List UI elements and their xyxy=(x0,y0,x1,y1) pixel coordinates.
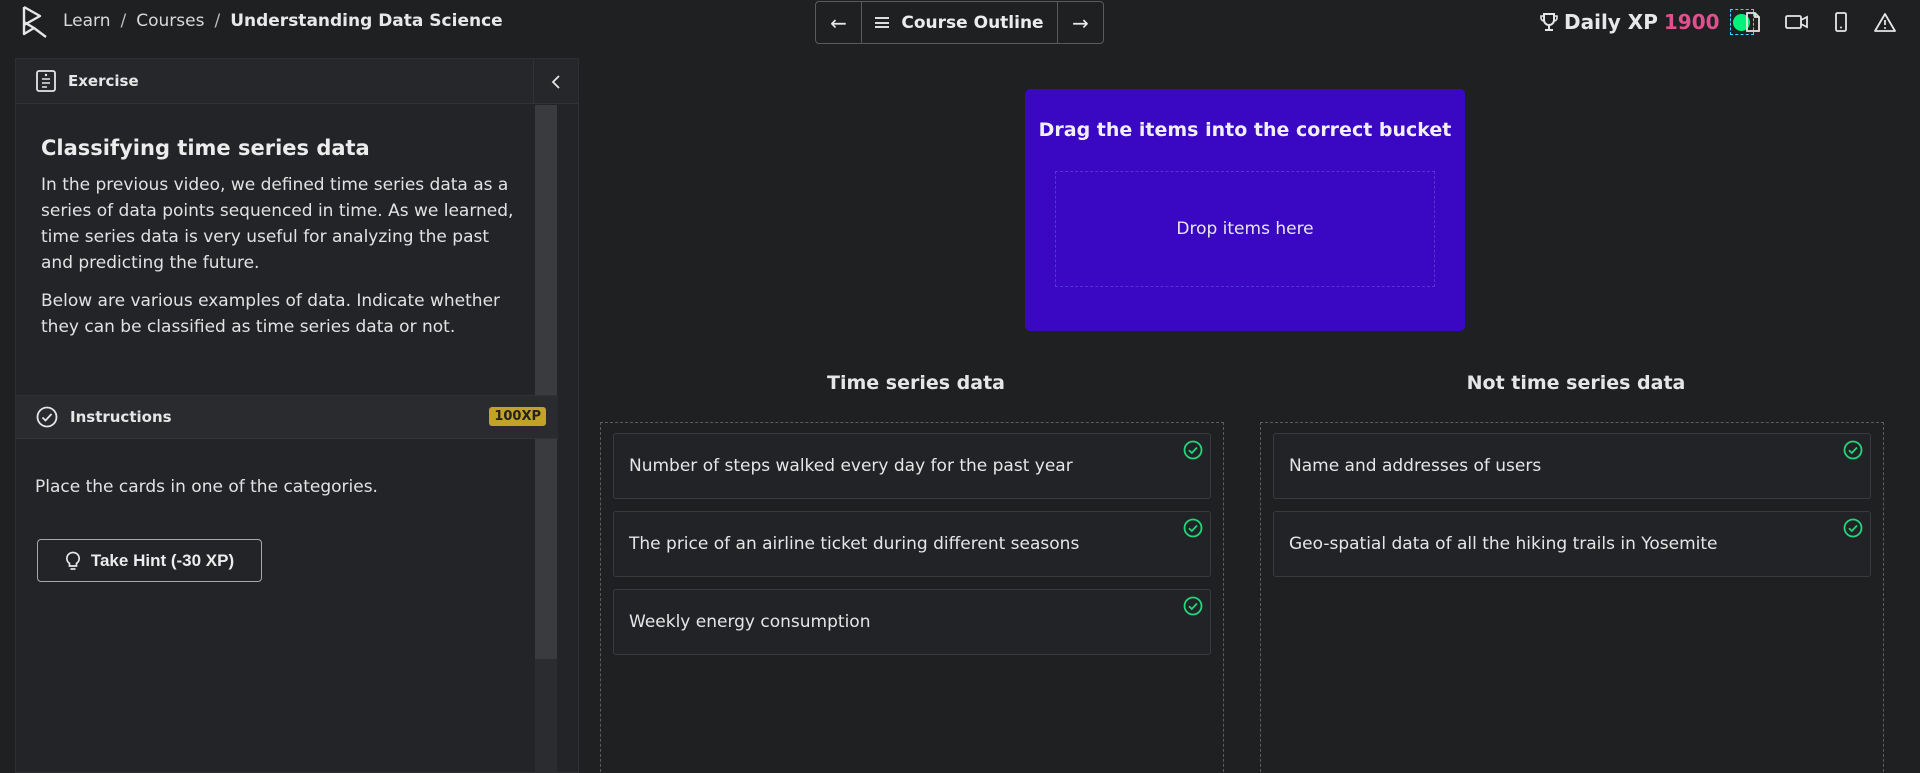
course-outline-label: Course Outline xyxy=(901,12,1044,33)
exercise-header-label: Exercise xyxy=(68,72,139,90)
card-label: Geo-spatial data of all the hiking trail… xyxy=(1289,534,1718,554)
instructions-text: Place the cards in one of the categories… xyxy=(35,477,378,497)
xp-badge: 100XP xyxy=(489,407,546,426)
scrollbar-thumb[interactable] xyxy=(535,105,557,659)
bucket-title-time-series: Time series data xyxy=(827,372,1005,394)
top-icon-bar xyxy=(1740,10,1898,34)
video-icon[interactable] xyxy=(1784,10,1810,34)
breadcrumb: Learn / Courses / Understanding Data Sci… xyxy=(63,11,503,31)
draggable-card[interactable]: Number of steps walked every day for the… xyxy=(613,433,1211,499)
arrow-left-icon: ← xyxy=(830,10,847,35)
menu-icon xyxy=(875,17,890,28)
panel-scrollbar[interactable] xyxy=(535,105,557,773)
exercise-panel: Exercise Classifying time series data In… xyxy=(15,58,579,773)
daily-xp: Daily XP 1900 xyxy=(1540,9,1754,35)
drop-zone[interactable]: Drop items here xyxy=(1055,171,1435,287)
course-outline-button[interactable]: Course Outline xyxy=(862,2,1057,43)
exercise-header: Exercise xyxy=(16,59,578,104)
breadcrumb-course-title[interactable]: Understanding Data Science xyxy=(230,11,502,31)
check-circle-icon xyxy=(1183,596,1203,616)
daily-xp-value: 1900 xyxy=(1663,10,1720,34)
bucket-title-not-time-series: Not time series data xyxy=(1466,372,1686,394)
card-label: Weekly energy consumption xyxy=(629,612,871,632)
collapse-panel-button[interactable] xyxy=(533,59,578,104)
mobile-icon[interactable] xyxy=(1828,10,1854,34)
check-circle-icon xyxy=(1843,440,1863,460)
previous-button[interactable]: ← xyxy=(816,2,862,43)
check-circle-icon xyxy=(1183,440,1203,460)
drag-drop-header: Drag the items into the correct bucket D… xyxy=(1025,89,1465,331)
arrow-right-icon: → xyxy=(1072,10,1089,35)
exercise-icon xyxy=(36,70,56,92)
draggable-card[interactable]: Geo-spatial data of all the hiking trail… xyxy=(1273,511,1871,577)
draggable-card[interactable]: Name and addresses of users xyxy=(1273,433,1871,499)
daily-xp-label: Daily XP xyxy=(1564,10,1658,34)
drop-zone-placeholder: Drop items here xyxy=(1176,219,1314,239)
lightbulb-icon xyxy=(65,551,80,570)
exercise-description: Below are various examples of data. Indi… xyxy=(41,291,501,337)
instructions-header: Instructions 100XP xyxy=(16,395,558,439)
warning-icon[interactable] xyxy=(1872,10,1898,34)
card-label: Name and addresses of users xyxy=(1289,456,1542,476)
check-circle-icon xyxy=(36,406,58,428)
course-outline-nav: ← Course Outline → xyxy=(815,1,1104,44)
draggable-card[interactable]: Weekly energy consumption xyxy=(613,589,1211,655)
check-circle-icon xyxy=(1183,518,1203,538)
document-icon[interactable] xyxy=(1740,10,1766,34)
trophy-icon xyxy=(1540,13,1558,31)
breadcrumb-separator: / xyxy=(120,11,127,31)
check-circle-icon xyxy=(1843,518,1863,538)
top-bar: Learn / Courses / Understanding Data Sci… xyxy=(0,0,1920,44)
drag-instructions-title: Drag the items into the correct bucket xyxy=(1038,119,1452,141)
breadcrumb-courses[interactable]: Courses xyxy=(136,11,204,31)
exercise-title: Classifying time series data xyxy=(41,136,370,160)
bucket-time-series[interactable]: Number of steps walked every day for the… xyxy=(600,422,1224,773)
exercise-content: Classifying time series data In the prev… xyxy=(16,104,544,340)
take-hint-button[interactable]: Take Hint (-30 XP) xyxy=(37,539,262,582)
datacamp-logo[interactable] xyxy=(20,4,50,40)
breadcrumb-learn[interactable]: Learn xyxy=(63,11,111,31)
take-hint-label: Take Hint (-30 XP) xyxy=(90,550,235,570)
breadcrumb-separator: / xyxy=(214,11,221,31)
card-label: Number of steps walked every day for the… xyxy=(629,456,1073,476)
card-label: The price of an airline ticket during di… xyxy=(629,534,1080,554)
instructions-label: Instructions xyxy=(70,408,172,426)
exercise-description: In the previous video, we defined time s… xyxy=(41,175,514,273)
bucket-not-time-series[interactable]: Name and addresses of users Geo-spatial … xyxy=(1260,422,1884,773)
chevron-left-icon xyxy=(551,74,560,89)
draggable-card[interactable]: The price of an airline ticket during di… xyxy=(613,511,1211,577)
next-button[interactable]: → xyxy=(1057,2,1103,43)
